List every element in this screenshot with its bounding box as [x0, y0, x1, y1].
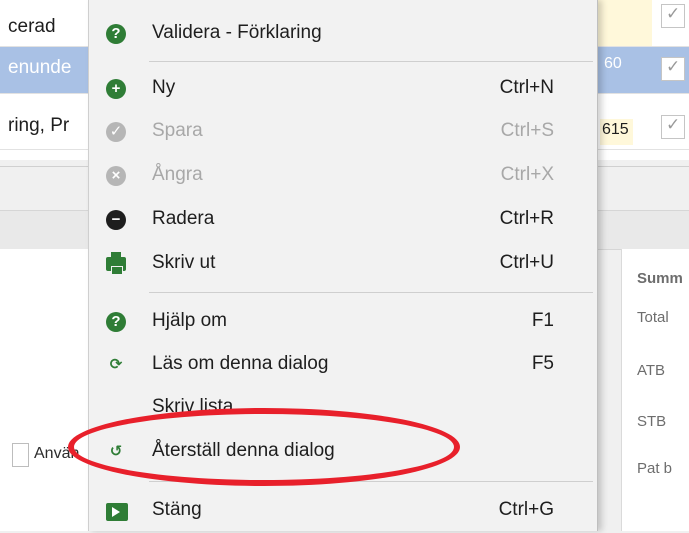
- summary-panel: [621, 249, 689, 531]
- row-checkbox[interactable]: ✓: [661, 57, 685, 81]
- use-checkbox[interactable]: [12, 443, 29, 467]
- menu-item-shortcut: F1: [531, 310, 554, 331]
- help-icon: ?: [106, 312, 126, 332]
- summary-label-stb: STB: [637, 413, 667, 430]
- table-cell-text: ring, Pr: [8, 115, 70, 136]
- menu-item-shortcut: Ctrl+S: [500, 120, 554, 141]
- menu-separator: [149, 292, 593, 293]
- menu-item-help[interactable]: ? Hjälp om F1: [89, 300, 597, 344]
- menu-item-save: ✓ Spara Ctrl+S: [89, 110, 597, 154]
- menu-item-shortcut: Ctrl+R: [499, 208, 554, 229]
- menu-item-reset-dialog[interactable]: ↺ Återställ denna dialog: [89, 430, 597, 474]
- menu-separator: [149, 61, 593, 62]
- menu-item-label: Hjälp om: [152, 310, 227, 331]
- use-checkbox-label: Använ: [34, 445, 80, 462]
- menu-item-shortcut: Ctrl+U: [499, 252, 554, 273]
- printer-icon: [106, 252, 126, 275]
- summary-label-total: Total: [637, 309, 669, 326]
- table-cell-text: cerad: [8, 16, 56, 37]
- menu-item-label: Skriv ut: [152, 252, 216, 273]
- menu-item-label: Läs om denna dialog: [152, 353, 329, 374]
- table-cell-number: 60: [604, 55, 622, 72]
- table-cell-highlight: [596, 0, 652, 46]
- menu-item-shortcut: Ctrl+N: [499, 77, 554, 98]
- menu-item-validate-explanation[interactable]: ? Validera - Förklaring: [89, 12, 597, 56]
- reset-icon: ↺: [109, 443, 123, 460]
- menu-item-label: Skriv lista: [152, 396, 234, 417]
- checkmark-icon: ✓: [666, 57, 681, 76]
- menu-separator: [149, 481, 593, 482]
- row-checkbox[interactable]: ✓: [661, 4, 685, 28]
- menu-item-print-list[interactable]: Skriv lista: [89, 386, 597, 430]
- table-cell-number: 615: [600, 119, 633, 145]
- menu-item-close[interactable]: Stäng Ctrl+G: [89, 489, 597, 533]
- menu-item-shortcut: Ctrl+G: [498, 499, 554, 520]
- help-icon: ?: [106, 24, 126, 44]
- table-cell-text: enunde: [8, 57, 72, 78]
- menu-item-label: Stäng: [152, 499, 202, 520]
- menu-item-new[interactable]: + Ny Ctrl+N: [89, 67, 597, 111]
- exit-icon: [106, 503, 128, 521]
- summary-label-atb: ATB: [637, 362, 666, 379]
- row-checkbox[interactable]: ✓: [661, 115, 685, 139]
- menu-item-label: Validera - Förklaring: [152, 22, 322, 43]
- menu-item-label: Radera: [152, 208, 215, 229]
- left-panel: [0, 249, 95, 531]
- menu-item-label: Ångra: [152, 164, 203, 185]
- menu-item-label: Spara: [152, 120, 203, 141]
- menu-item-reload-dialog[interactable]: ⟳ Läs om denna dialog F5: [89, 343, 597, 387]
- menu-item-shortcut: F5: [531, 353, 554, 374]
- menu-item-undo: × Ångra Ctrl+X: [89, 154, 597, 198]
- menu-item-delete[interactable]: − Radera Ctrl+R: [89, 198, 597, 242]
- check-icon: ✓: [106, 122, 126, 142]
- menu-item-label: Återställ denna dialog: [152, 440, 335, 461]
- add-icon: +: [106, 79, 126, 99]
- cancel-icon: ×: [106, 166, 126, 186]
- remove-icon: −: [106, 210, 126, 230]
- checkmark-icon: ✓: [666, 115, 681, 134]
- menu-item-shortcut: Ctrl+X: [500, 164, 554, 185]
- menu-item-print[interactable]: Skriv ut Ctrl+U: [89, 242, 597, 286]
- context-menu: ? Validera - Förklaring + Ny Ctrl+N ✓ Sp…: [88, 0, 598, 531]
- menu-item-label: Ny: [152, 77, 176, 98]
- summary-heading: Summ: [637, 270, 683, 287]
- reload-icon: ⟳: [109, 356, 123, 373]
- summary-label-pat: Pat b: [637, 460, 673, 477]
- checkmark-icon: ✓: [666, 4, 681, 23]
